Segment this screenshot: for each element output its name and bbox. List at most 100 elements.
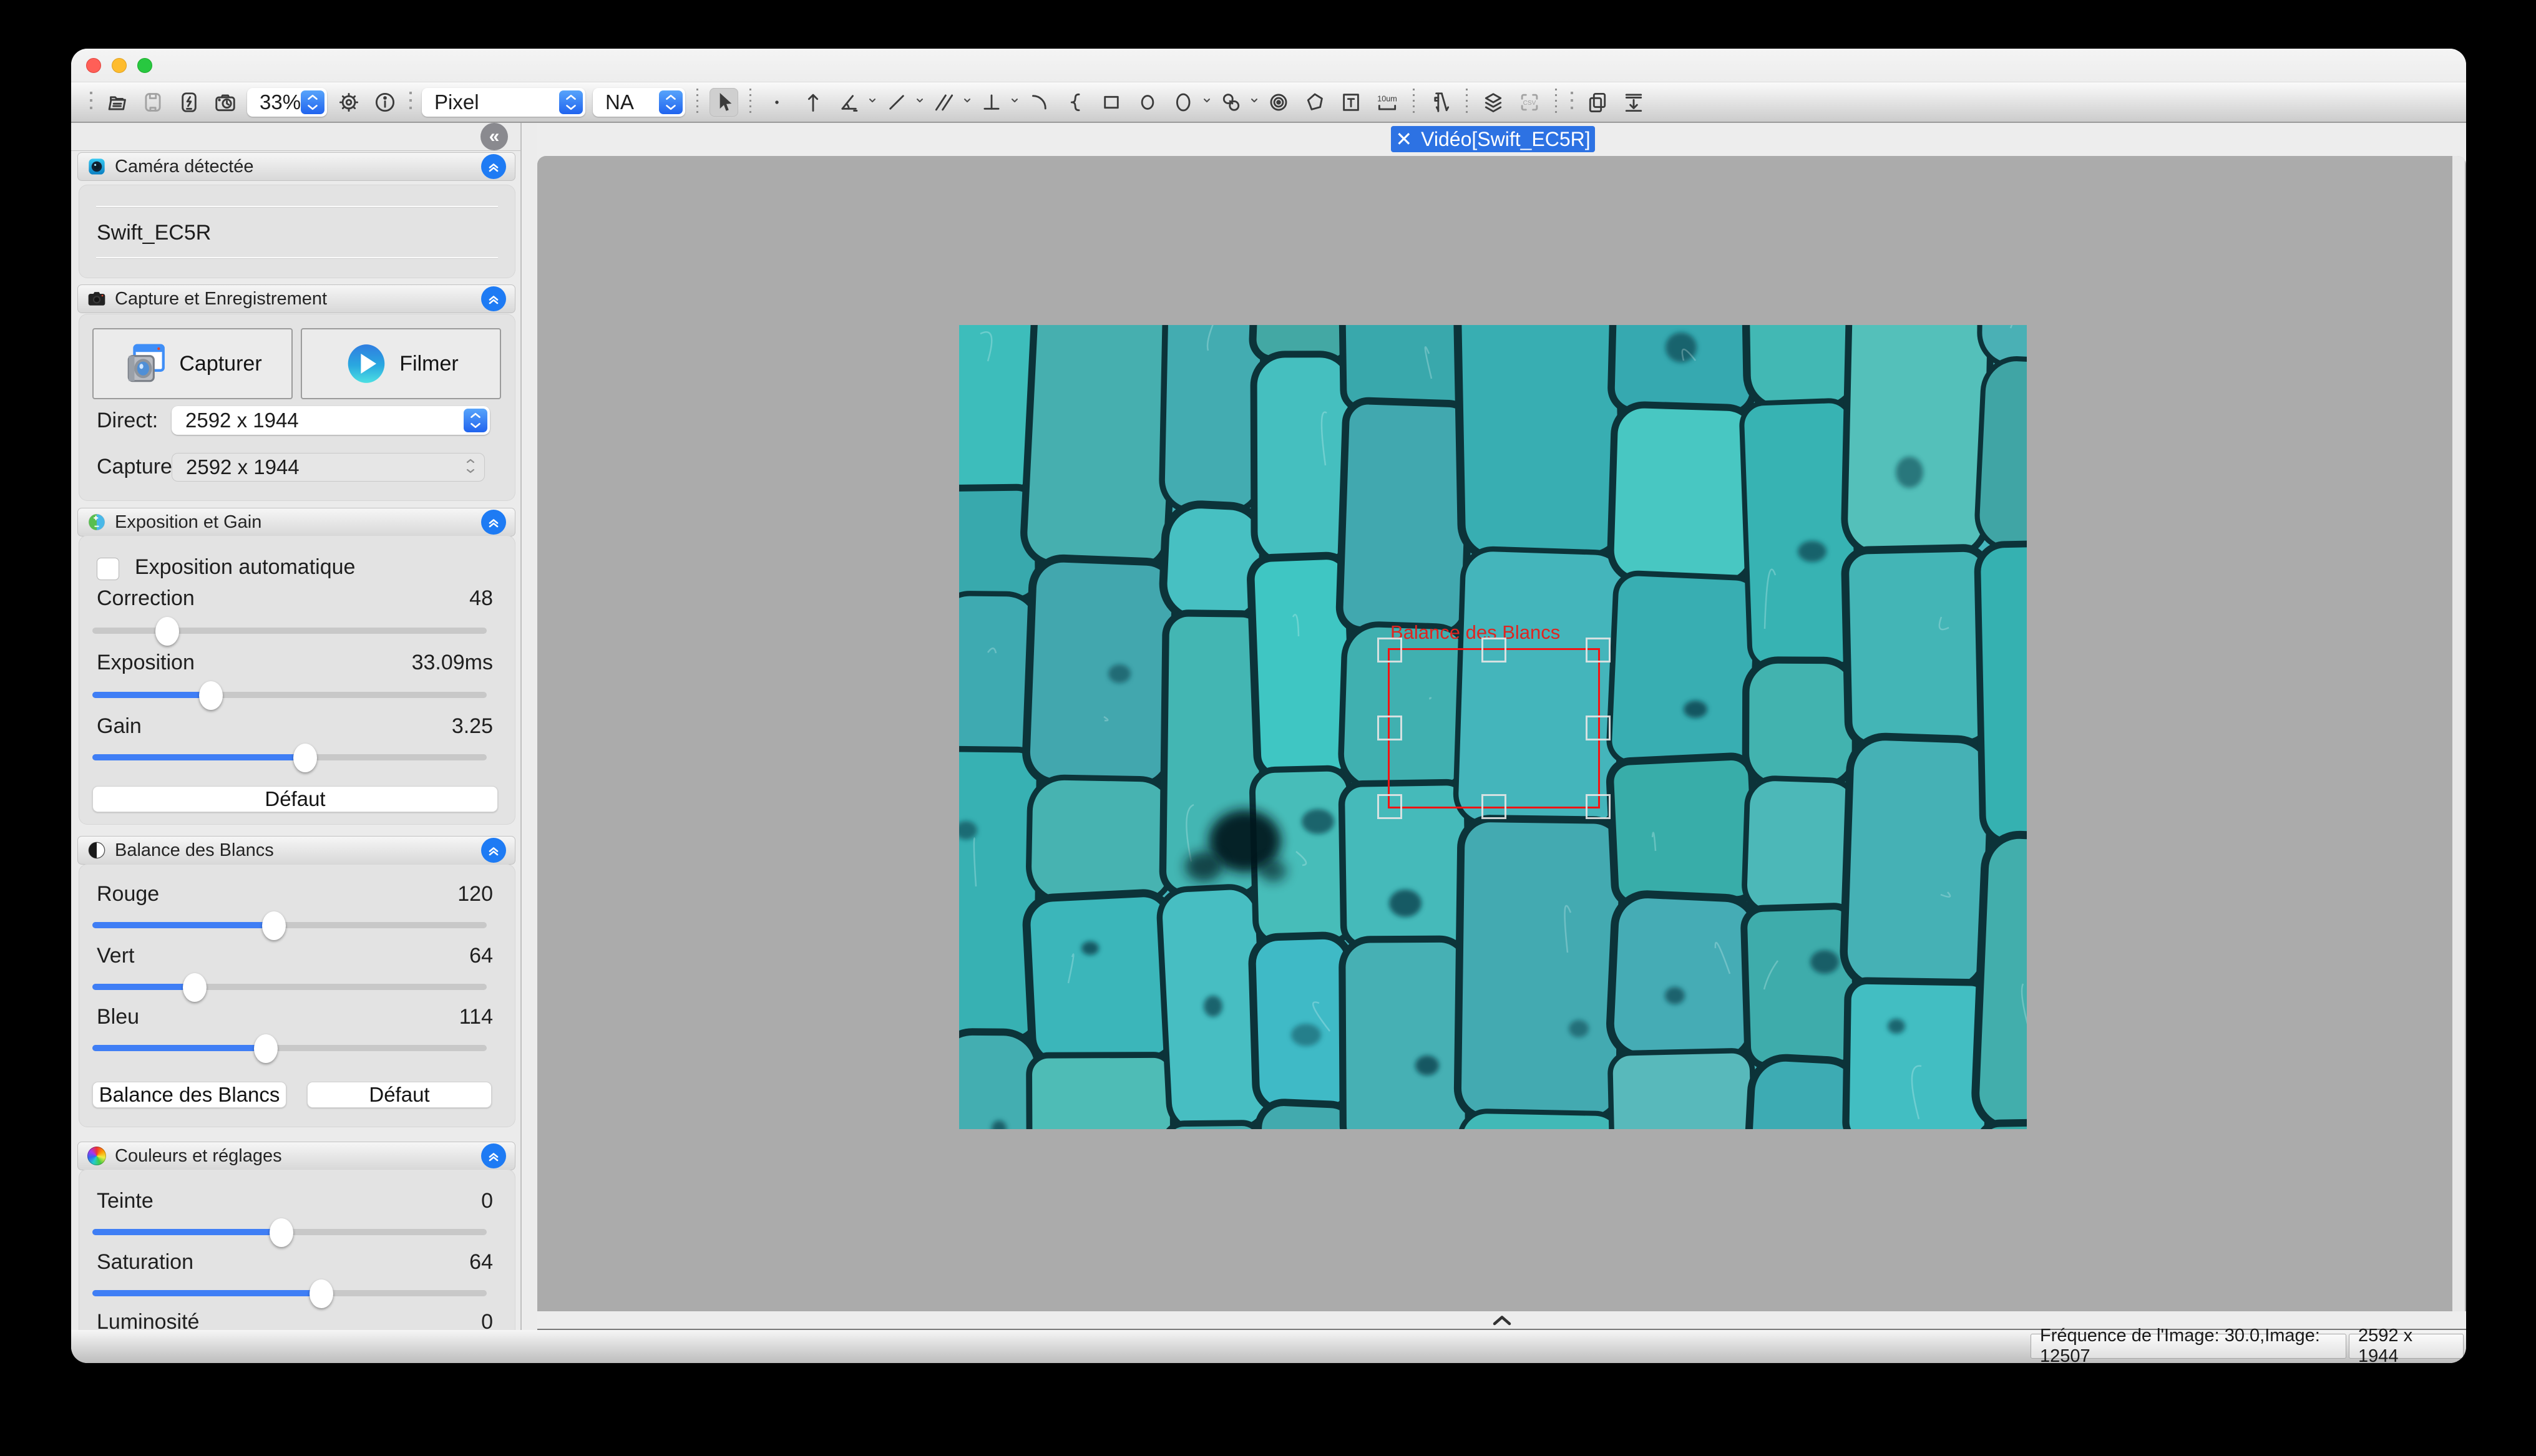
scale-bar-icon[interactable]: 10um — [1373, 88, 1402, 117]
camera-timer-icon[interactable] — [211, 88, 240, 117]
slider-thumb[interactable] — [155, 617, 179, 646]
panel-header-colors[interactable]: Couleurs et réglages — [77, 1142, 515, 1170]
capture-photo-button[interactable]: Capturer — [92, 328, 293, 399]
video-canvas[interactable]: Balance des Blancs — [537, 156, 2466, 1311]
chevron-down-icon[interactable] — [1202, 95, 1212, 109]
slider-thumb[interactable] — [254, 1034, 278, 1063]
point-icon[interactable] — [763, 88, 791, 117]
text-icon[interactable] — [1337, 88, 1365, 117]
roi-handle[interactable] — [1377, 638, 1402, 662]
chevron-down-icon[interactable] — [915, 95, 925, 109]
white-balance-roi[interactable] — [1388, 648, 1600, 808]
arc-icon[interactable] — [1025, 88, 1053, 117]
stepper-icon[interactable] — [301, 90, 324, 114]
collapse-chevron-icon[interactable] — [481, 154, 506, 179]
stepper-icon[interactable] — [559, 90, 583, 114]
gain-slider[interactable] — [92, 743, 487, 772]
circle-icon[interactable] — [1133, 88, 1162, 117]
slider-thumb[interactable] — [293, 744, 317, 772]
cursor-icon[interactable] — [710, 88, 738, 117]
slider-track[interactable] — [92, 984, 487, 990]
exposure-default-button[interactable]: Défaut — [92, 786, 498, 812]
slider-thumb[interactable] — [310, 1279, 333, 1308]
roi-handle[interactable] — [1377, 716, 1402, 740]
calipers-icon[interactable] — [1426, 88, 1455, 117]
correction-slider[interactable] — [92, 616, 487, 645]
chevron-down-icon[interactable] — [1249, 95, 1259, 109]
chevron-down-icon[interactable] — [1010, 95, 1020, 109]
collapse-chevron-icon[interactable] — [481, 286, 506, 311]
camera-device-name[interactable]: Swift_EC5R — [97, 221, 211, 245]
linked-circles-icon[interactable] — [1217, 88, 1246, 117]
record-video-button[interactable]: Filmer — [301, 328, 501, 399]
polygon-icon[interactable] — [1300, 88, 1329, 117]
tab-close-icon[interactable]: ✕ — [1395, 127, 1412, 151]
import-icon[interactable] — [1619, 88, 1648, 117]
roi-handle[interactable] — [1481, 638, 1506, 662]
vert-slider[interactable] — [92, 973, 487, 1001]
pixel-select[interactable]: Pixel — [422, 88, 585, 117]
slider-thumb[interactable] — [199, 681, 223, 710]
line-icon[interactable] — [882, 88, 911, 117]
panel-header-white-balance[interactable]: Balance des Blancs — [77, 836, 515, 865]
minimize-window-button[interactable] — [112, 58, 127, 73]
angle-icon[interactable] — [835, 88, 864, 117]
open-folder-icon[interactable] — [102, 88, 131, 117]
panel-header-capture[interactable]: Capture et Enregistrement — [77, 284, 515, 313]
close-window-button[interactable] — [86, 58, 101, 73]
slider-track[interactable] — [92, 754, 487, 760]
collapse-chevron-icon[interactable] — [481, 510, 506, 535]
roi-handle[interactable] — [1586, 794, 1611, 819]
rouge-slider[interactable] — [92, 911, 487, 939]
settings-gear-icon[interactable] — [334, 88, 363, 117]
bleu-slider[interactable] — [92, 1034, 487, 1062]
panel-header-camera[interactable]: Caméra détectée — [77, 152, 515, 181]
collapse-chevron-icon[interactable] — [481, 1143, 506, 1168]
exposition-slider[interactable] — [92, 681, 487, 709]
camera-flash-icon[interactable] — [175, 88, 203, 117]
slider-track[interactable] — [92, 692, 487, 698]
slider-track[interactable] — [92, 1045, 487, 1051]
teinte-slider[interactable] — [92, 1218, 487, 1246]
slider-thumb[interactable] — [183, 973, 207, 1002]
sidebar-collapse-button[interactable]: « — [480, 123, 508, 150]
canvas-scroll-lane[interactable] — [2452, 156, 2465, 1311]
chevron-up-icon — [1491, 1313, 1513, 1327]
collapse-chevron-icon[interactable] — [481, 838, 506, 863]
stepper-icon[interactable] — [464, 409, 487, 432]
ellipse-icon[interactable] — [1169, 88, 1198, 117]
slider-track[interactable] — [92, 1290, 487, 1296]
slider-track[interactable] — [92, 628, 487, 634]
layers-icon[interactable] — [1479, 88, 1508, 117]
chevron-down-icon[interactable] — [867, 95, 877, 109]
roi-handle[interactable] — [1481, 794, 1506, 819]
roi-handle[interactable] — [1586, 638, 1611, 662]
stepper-icon[interactable] — [659, 90, 683, 114]
capture-resolution-select[interactable]: 2592 x 1944 — [172, 453, 485, 482]
panel-header-exposure[interactable]: Exposition et Gain — [77, 508, 515, 536]
na-select[interactable]: NA — [593, 88, 685, 117]
slider-track[interactable] — [92, 922, 487, 928]
zoom-window-button[interactable] — [137, 58, 152, 73]
white-balance-default-button[interactable]: Défaut — [307, 1082, 492, 1108]
sidebar-scroll-lane[interactable] — [523, 123, 537, 1330]
live-resolution-select[interactable]: 2592 x 1944 — [172, 406, 490, 435]
saturation-slider[interactable] — [92, 1279, 487, 1308]
parallel-lines-icon[interactable] — [930, 88, 958, 117]
perpendicular-icon[interactable] — [977, 88, 1006, 117]
rectangle-icon[interactable] — [1097, 88, 1126, 117]
arrow-up-icon[interactable] — [799, 88, 827, 117]
info-icon[interactable] — [371, 88, 399, 117]
white-balance-button[interactable]: Balance des Blancs — [92, 1082, 286, 1108]
tab-video[interactable]: ✕ Vidéo[Swift_EC5R] — [1391, 126, 1595, 152]
roi-handle[interactable] — [1377, 794, 1402, 819]
zoom-select[interactable]: 33% — [247, 88, 327, 117]
copy-icon[interactable] — [1583, 88, 1612, 117]
chevron-down-icon[interactable] — [962, 95, 972, 109]
slider-thumb[interactable] — [270, 1218, 293, 1247]
concentric-circles-icon[interactable] — [1264, 88, 1293, 117]
slider-thumb[interactable] — [262, 911, 286, 940]
auto-exposure-checkbox[interactable] — [97, 558, 119, 580]
curve-icon[interactable] — [1061, 88, 1090, 117]
roi-handle[interactable] — [1586, 716, 1611, 740]
